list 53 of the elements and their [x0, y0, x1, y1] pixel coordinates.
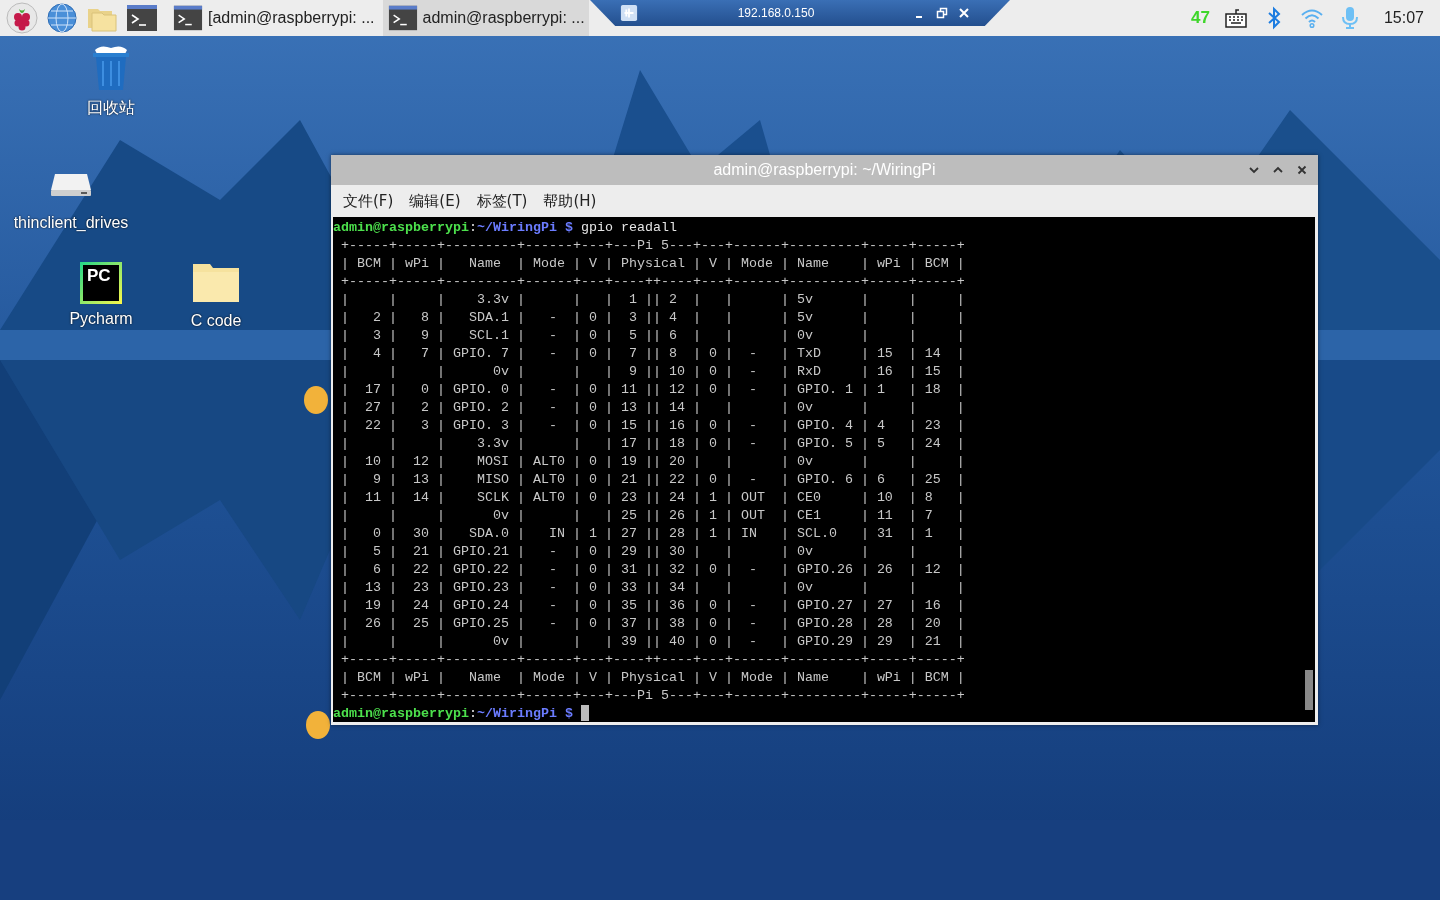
terminal-line: | 4 | 7 | GPIO. 7 | - | 0 | 7 || 8 | 0 | - | TxD | 15 | 14 | — [340, 345, 965, 361]
terminal-line: +-----+-----+---------+------+---+---Pi 5---+---+------+---------+-----+-----+ — [340, 237, 965, 253]
terminal-line: | 10 | 12 | MOSI | ALT0 | 0 | 19 || 20 | | | 0v | | | — [340, 453, 965, 469]
terminal-line: | 5 | 21 | GPIO.21 | - | 0 | 29 || 30 | | | 0v | | | — [340, 543, 965, 559]
pin-icon[interactable] — [620, 4, 638, 22]
terminal-line: | 17 | 0 | GPIO. 0 | - | 0 | 11 || 12 | 0 | - | GPIO. 1 | 1 | 18 | — [340, 381, 965, 397]
terminal-line: | BCM | wPi | Name | Mode | V | Physical | V | Mode | Name | wPi | BCM | — [340, 255, 965, 271]
terminal-line: | 22 | 3 | GPIO. 3 | - | 0 | 15 || 16 | 0 | - | GPIO. 4 | 4 | 23 | — [340, 417, 965, 433]
terminal-line: | BCM | wPi | Name | Mode | V | Physical | V | Mode | Name | wPi | BCM | — [340, 669, 965, 685]
terminal-line: +-----+-----+---------+------+---+----++----+---+------+---------+-----+-----+ — [340, 651, 965, 667]
terminal-line: | | | 0v | | | 39 || 40 | 0 | - | GPIO.29 | 29 | 21 | — [340, 633, 965, 649]
close-icon[interactable] — [1296, 164, 1308, 176]
icon-label[interactable]: Pycharm — [69, 310, 133, 328]
terminal-line: | | | 3.3v | | | 1 || 2 | | | 5v | | | — [340, 291, 965, 307]
terminal-line: | 3 | 9 | SCL.1 | - | 0 | 5 || 6 | | | 0v | | | — [340, 327, 965, 343]
terminal-line: | 26 | 25 | GPIO.25 | - | 0 | 37 || 38 | 0 | - | GPIO.28 | 28 | 20 | — [340, 615, 965, 631]
terminal-icon[interactable] — [126, 2, 158, 34]
menu-item[interactable]: 帮助(H) — [535, 191, 605, 211]
icon-label[interactable]: thinclient_drives — [13, 214, 129, 232]
terminal-line: | 9 | 13 | MISO | ALT0 | 0 | 21 || 22 | 0 | - | GPIO. 6 | 6 | 25 | — [340, 471, 965, 487]
window-title: admin@raspberrypi: ~/WiringPi — [713, 161, 936, 179]
terminal-line: | | | 0v | | | 25 || 26 | 1 | OUT | CE1 | 11 | 7 | — [340, 507, 965, 523]
restore-icon[interactable] — [936, 7, 948, 19]
chevron-down-icon[interactable] — [1248, 164, 1260, 176]
menu-item[interactable]: 标签(T) — [468, 191, 536, 211]
pycharm-icon[interactable]: PC — [80, 262, 122, 304]
globe-icon[interactable] — [46, 2, 78, 34]
terminal-prompt: admin@raspberrypi:~/WiringPi $ gpio readall — [333, 219, 677, 235]
clock[interactable]: 15:07 — [1383, 9, 1424, 27]
terminal-icon — [172, 3, 204, 33]
scrollbar-thumb[interactable] — [1305, 670, 1313, 710]
terminal-line: | 19 | 24 | GPIO.24 | - | 0 | 35 || 36 | 0 | - | GPIO.27 | 27 | 16 | — [340, 597, 965, 613]
terminal-line: | 11 | 14 | SCLK | ALT0 | 0 | 23 || 24 | 1 | OUT | CE0 | 10 | 8 | — [340, 489, 965, 505]
terminal-line: +-----+-----+---------+------+---+----++----+---+------+---------+-----+-----+ — [340, 273, 965, 289]
terminal-line: | | | 3.3v | | | 17 || 18 | 0 | - | GPIO. 5 | 5 | 24 | — [340, 435, 965, 451]
terminal-prompt: admin@raspberrypi:~/WiringPi $ — [333, 705, 573, 721]
menu-item[interactable]: 文件(F) — [335, 191, 402, 211]
terminal-line: | 13 | 23 | GPIO.23 | - | 0 | 33 || 34 | | | 0v | | | — [340, 579, 965, 595]
terminal-line: | 6 | 22 | GPIO.22 | - | 0 | 31 || 32 | 0 | - | GPIO.26 | 26 | 12 | — [340, 561, 965, 577]
terminal-line: | | | 0v | | | 9 || 10 | 0 | - | RxD | 16 | 15 | — [340, 363, 965, 379]
taskbar-button[interactable]: admin@raspberrypi: ... — [382, 0, 589, 36]
taskbar-button[interactable]: [admin@raspberrypi: ... — [168, 0, 379, 36]
terminal-icon — [386, 3, 419, 33]
icon-label[interactable]: 回收站 — [87, 98, 135, 119]
keyboard-icon[interactable] — [1223, 6, 1248, 30]
terminal-line: | 27 | 2 | GPIO. 2 | - | 0 | 13 || 14 | | | 0v | | | — [340, 399, 965, 415]
terminal-line: | 0 | 30 | SDA.0 | IN | 1 | 27 || 28 | 1 | IN | SCL.0 | 31 | 1 | — [340, 525, 965, 541]
menu-item[interactable]: 编辑(E) — [401, 191, 469, 211]
terminal-line: | 2 | 8 | SDA.1 | - | 0 | 3 || 4 | | | 5v | | | — [340, 309, 965, 325]
raspberry-icon[interactable] — [6, 2, 38, 34]
icon-label[interactable]: C code — [190, 312, 242, 330]
terminal-line: +-----+-----+---------+------+---+---Pi 5---+---+------+---------+-----+-----+ — [340, 687, 965, 703]
host-address: 192.168.0.150 — [736, 6, 816, 20]
